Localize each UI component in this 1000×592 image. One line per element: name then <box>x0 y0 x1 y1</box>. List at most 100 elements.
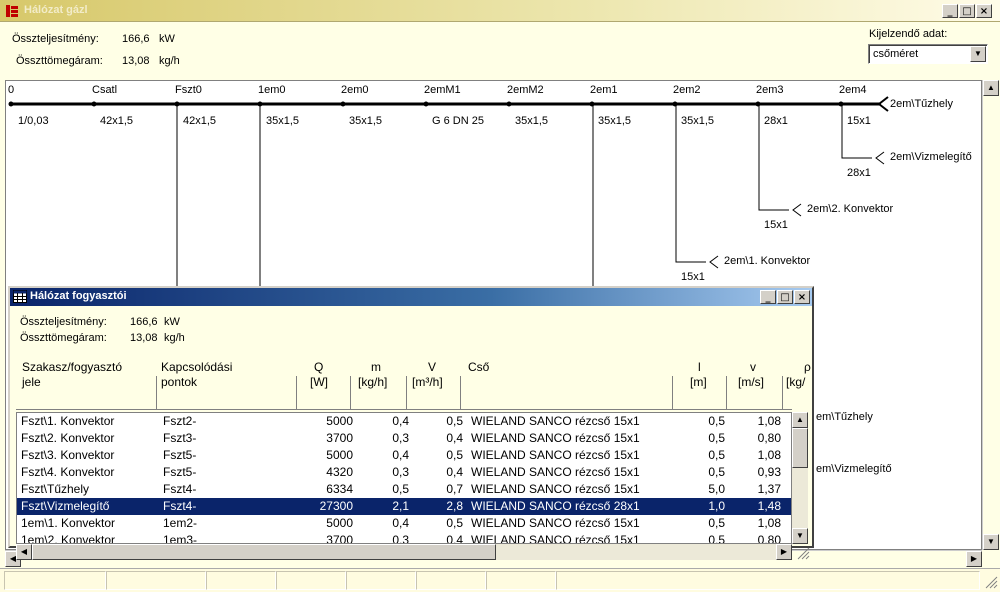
table-row[interactable]: Fszt\2. Konvektor Fszt3- 3700 0,3 0,4 WIELAND… <box>17 430 791 447</box>
col-header-length[interactable]: l <box>698 360 701 375</box>
consumer-label[interactable]: em\Vizmelegítő <box>816 463 892 475</box>
col-header-density[interactable]: ρ <box>804 360 811 375</box>
consumer-label[interactable]: 2em\Tűzhely <box>890 98 953 110</box>
cell-segment: Fszt\4. Konvektor <box>21 465 115 479</box>
cell-connection: Fszt4- <box>163 482 197 496</box>
col-header-connection[interactable]: Kapcsolódási <box>161 360 232 375</box>
node-label: 1em0 <box>258 84 286 96</box>
node-label: 2emM1 <box>424 84 461 96</box>
status-cell <box>206 571 276 590</box>
cell-velocity: 1,08 <box>757 414 781 428</box>
consumers-window[interactable]: Hálózat fogyasztói _ □ × Összteljesítmén… <box>8 286 814 560</box>
main-vertical-scrollbar[interactable]: ▲ ▼ <box>982 80 999 550</box>
scroll-right-icon[interactable]: ▶ <box>776 544 792 560</box>
column-divider[interactable] <box>672 376 673 409</box>
resize-grip-icon[interactable] <box>796 546 810 560</box>
column-divider[interactable] <box>156 376 157 409</box>
col-header-velocity[interactable]: v <box>750 360 756 375</box>
col-header-m[interactable]: m <box>371 360 381 375</box>
total-flow-value: 13,08 <box>122 55 150 67</box>
cell-q: 6334 <box>326 482 353 496</box>
node-dot <box>838 101 844 107</box>
cell-v: 0,5 <box>446 448 463 462</box>
status-cell <box>4 571 106 590</box>
end-arrow-icon <box>877 96 889 112</box>
maximize-button[interactable]: □ <box>777 290 793 304</box>
table-row[interactable]: Fszt\4. Konvektor Fszt5- 4320 0,3 0,4 WIELAND… <box>17 464 791 481</box>
chevron-down-icon[interactable]: ▼ <box>970 46 986 62</box>
consumer-label[interactable]: 2em\Vizmelegítő <box>890 151 972 163</box>
maximize-button[interactable]: □ <box>959 4 975 18</box>
table-row[interactable]: 1em\2. Konvektor 1em3- 3700 0,3 0,4 WIELAND S… <box>17 532 791 544</box>
node-dot <box>340 101 346 107</box>
table-row[interactable]: Fszt\Tűzhely Fszt4- 6334 0,5 0,7 WIELAND SANC… <box>17 481 791 498</box>
table-row[interactable]: Fszt\Vizmelegítő Fszt4- 27300 2,1 2,8 WIELAND… <box>17 498 791 515</box>
node-label: 2em2 <box>673 84 701 96</box>
cell-velocity: 1,08 <box>757 448 781 462</box>
minimize-button[interactable]: _ <box>760 290 776 304</box>
close-button[interactable]: × <box>976 4 992 18</box>
cell-pipe: WIELAND SANCO rézcső 28x1 <box>471 499 640 513</box>
minimize-button[interactable]: _ <box>942 4 958 18</box>
table-horizontal-scrollbar[interactable]: ◀ ▶ <box>16 544 792 560</box>
col-header-v[interactable]: V <box>428 360 436 375</box>
cell-length: 0,5 <box>708 516 725 530</box>
main-title-bar[interactable]: Hálózat gázl _ □ × <box>0 0 1000 22</box>
close-button[interactable]: × <box>794 290 810 304</box>
scroll-thumb[interactable] <box>792 428 808 468</box>
cell-pipe: WIELAND SANCO rézcső 15x1 <box>471 414 640 428</box>
status-cell <box>276 571 346 590</box>
total-flow-unit: kg/h <box>159 55 180 67</box>
cell-v: 0,4 <box>446 431 463 445</box>
consumers-window-title: Hálózat fogyasztói <box>30 290 127 302</box>
cell-pipe: WIELAND SANCO rézcső 15x1 <box>471 465 640 479</box>
status-cell <box>106 571 206 590</box>
consumers-window-controls: _ □ × <box>760 290 810 304</box>
scroll-left-icon[interactable]: ◀ <box>16 544 32 560</box>
scroll-up-icon[interactable]: ▲ <box>792 412 808 428</box>
col-header-segment[interactable]: Szakasz/fogyasztó <box>22 360 122 375</box>
consumer-label[interactable]: 2em\2. Konvektor <box>807 203 893 215</box>
scroll-down-icon[interactable]: ▼ <box>792 528 808 544</box>
resize-grip-icon[interactable] <box>984 575 998 589</box>
scroll-up-icon[interactable]: ▲ <box>983 80 999 96</box>
column-divider[interactable] <box>406 376 407 409</box>
cell-segment: Fszt\Vizmelegítő <box>21 499 110 513</box>
header-underline <box>16 409 792 410</box>
col-header-q[interactable]: Q <box>314 360 323 375</box>
cell-connection: Fszt4- <box>163 499 197 513</box>
scroll-right-icon[interactable]: ▶ <box>966 551 982 567</box>
status-bar <box>0 568 1000 592</box>
table-row[interactable]: Fszt\1. Konvektor Fszt2- 5000 0,4 0,5 WIELAND… <box>17 413 791 430</box>
consumers-title-bar[interactable]: Hálózat fogyasztói _ □ × <box>10 288 812 306</box>
scroll-down-icon[interactable]: ▼ <box>983 534 999 550</box>
column-divider[interactable] <box>350 376 351 409</box>
cell-velocity: 0,80 <box>757 533 781 544</box>
table-row[interactable]: Fszt\3. Konvektor Fszt5- 5000 0,4 0,5 WIELAND… <box>17 447 791 464</box>
node-label: 0 <box>8 84 15 96</box>
cell-connection: Fszt3- <box>163 431 197 445</box>
scroll-thumb[interactable] <box>32 544 496 560</box>
consumer-label[interactable]: em\Tűzhely <box>816 411 873 423</box>
cell-m: 0,5 <box>392 482 409 496</box>
cell-v: 0,4 <box>446 465 463 479</box>
col-header-q-unit: [W] <box>310 375 328 389</box>
display-data-label: Kijelzendő adat: <box>869 28 948 40</box>
column-divider[interactable] <box>726 376 727 409</box>
col-header-pipe[interactable]: Cső <box>468 360 489 375</box>
column-divider[interactable] <box>460 376 461 409</box>
display-data-select[interactable]: csőméret ▼ <box>868 44 988 64</box>
column-divider[interactable] <box>782 376 783 409</box>
pipe-size-label: 35x1,5 <box>598 115 632 127</box>
table-row[interactable]: 1em\1. Konvektor 1em2- 5000 0,4 0,5 WIELAND S… <box>17 515 791 532</box>
total-power-unit: kW <box>159 33 175 45</box>
consumers-table[interactable]: Fszt\1. Konvektor Fszt2- 5000 0,4 0,5 WIELAND… <box>16 412 792 544</box>
column-divider[interactable] <box>296 376 297 409</box>
consumer-label[interactable]: 2em\1. Konvektor <box>724 255 810 267</box>
node-label: 2em1 <box>590 84 618 96</box>
cell-segment: Fszt\1. Konvektor <box>21 414 115 428</box>
col-header-density-unit: [kg/ <box>786 375 806 389</box>
pipe-size-label: 15x1 <box>681 271 705 283</box>
node-label: 2emM2 <box>507 84 544 96</box>
table-vertical-scrollbar[interactable]: ▲ ▼ <box>792 412 808 544</box>
